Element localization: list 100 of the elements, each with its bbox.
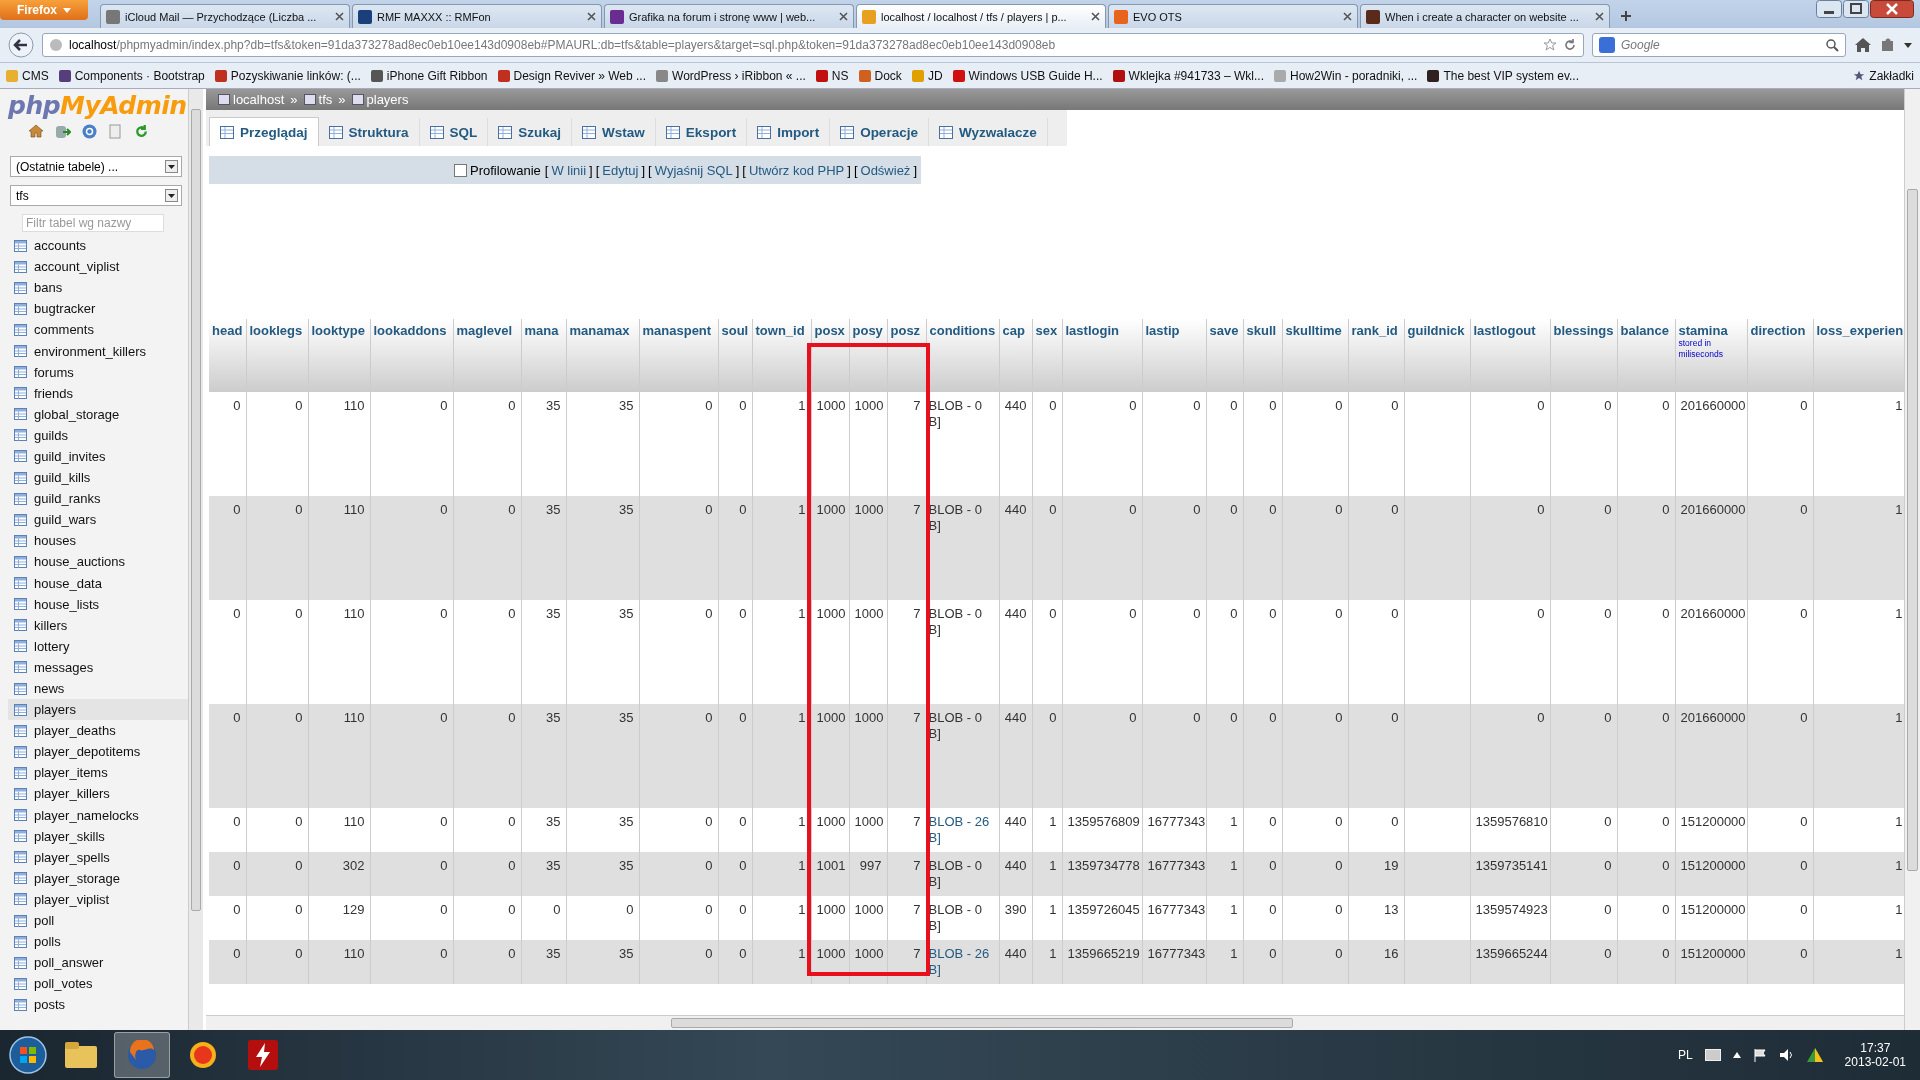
star-icon[interactable] — [1543, 38, 1557, 52]
table-list-item[interactable]: player_namelocks — [8, 804, 188, 826]
table-list-item[interactable]: player_depotitems — [8, 741, 188, 763]
table-row[interactable]: 0 0 129 0 0 0 0 0 0 1 1000 1000 7 BLOB - 0 B] 390 1 1359726045 16777343 1 0 0 13 1359574923 0 0 151200000 0 1 — [209, 896, 1904, 940]
close-icon[interactable] — [335, 12, 344, 21]
search-field[interactable]: Google — [1592, 33, 1846, 57]
table-list-item[interactable]: houses — [8, 530, 188, 552]
table-list-item[interactable]: lottery — [8, 635, 188, 657]
table-list-item[interactable]: accounts — [8, 235, 188, 257]
table-list-item[interactable]: player_viplist — [8, 888, 188, 910]
tab[interactable]: Przeglądaj — [209, 117, 319, 146]
tab[interactable]: Wyzwalacze — [928, 118, 1048, 146]
database-exit-icon[interactable] — [55, 124, 71, 139]
bookmark-link[interactable]: Design Reviver » Web ... — [497, 68, 647, 83]
table-list-item[interactable]: bans — [8, 277, 188, 299]
home-icon[interactable] — [1854, 37, 1872, 53]
reload-icon[interactable] — [1563, 38, 1577, 52]
bookmarks-menu[interactable]: Zakładki — [1853, 68, 1914, 83]
table-row[interactable]: 0 0 110 0 0 35 35 0 0 1 1000 1000 7 BLOB - 0 B] 440 0 0 0 0 0 0 0 0 0 0 201660000 0 1 — [209, 392, 1904, 496]
tab[interactable]: Wstaw — [572, 118, 656, 146]
up-arrow-icon[interactable] — [1732, 1052, 1741, 1058]
table-list-item[interactable]: player_skills — [8, 825, 188, 847]
back-icon[interactable] — [8, 32, 34, 58]
table-list-item[interactable]: player_storage — [8, 867, 188, 889]
column-header-link[interactable]: blessings — [1553, 323, 1614, 338]
column-header-link[interactable]: lastip — [1145, 323, 1180, 338]
table-row[interactable]: 0 0 110 0 0 35 35 0 0 1 1000 1000 7 BLOB - 0 B] 440 0 0 0 0 0 0 0 0 0 0 201660000 0 1 — [209, 496, 1904, 600]
column-header-link[interactable]: lastlogout — [1473, 323, 1536, 338]
search-icon[interactable] — [1826, 38, 1839, 52]
column-header-link[interactable]: skulltime — [1285, 323, 1342, 338]
table-row[interactable]: 0 0 302 0 0 35 35 0 0 1 1001 997 7 BLOB - 0 B] 440 1 1359734778 16777343 1 0 0 19 1359735141 0 0 151200000 0 1 — [209, 852, 1904, 896]
table-list-item[interactable]: global_storage — [8, 403, 188, 425]
speaker-icon[interactable] — [1778, 1048, 1795, 1062]
triangle-icon[interactable] — [1806, 1048, 1823, 1062]
table-list-item[interactable]: bugtracker — [8, 298, 188, 320]
column-header-link[interactable]: manaspent — [642, 323, 712, 338]
recent-tables-select[interactable]: (Ostatnie tabele) ... — [10, 156, 182, 177]
bookmark-link[interactable]: Pozyskiwanie linków: (... — [214, 68, 361, 83]
column-header-link[interactable]: manamax — [569, 323, 630, 338]
breadcrumb-link[interactable]: localhost — [218, 92, 285, 107]
bookmark-link[interactable]: Components · Bootstrap — [58, 68, 205, 83]
column-header-link[interactable]: lastlogin — [1065, 323, 1119, 338]
breadcrumb-link[interactable]: players — [351, 92, 409, 107]
maximize-icon[interactable] — [1843, 0, 1869, 18]
browser-tab[interactable]: Grafika na forum i stronę www | web... — [604, 4, 854, 28]
checkbox[interactable] — [453, 163, 467, 177]
bookmark-link[interactable]: WordPress › iRibbon « ... — [656, 68, 806, 83]
column-header-link[interactable]: posy — [852, 323, 883, 338]
table-row[interactable]: 0 0 110 0 0 35 35 0 0 1 1000 1000 7 BLOB - 26 B] 440 1 1359665219 16777343 1 0 0 16 1359665244 0 0 151200000 0 1 — [209, 940, 1904, 984]
column-header-link[interactable]: sex — [1035, 323, 1058, 338]
column-header-link[interactable]: looktype — [311, 323, 365, 338]
table-list-item[interactable]: polls — [8, 931, 188, 953]
table-list-item[interactable]: posts — [8, 994, 188, 1016]
scrollbar[interactable] — [188, 89, 203, 1030]
bookmark-link[interactable]: Wklejka #941733 – Wkl... — [1112, 68, 1264, 83]
close-icon[interactable] — [1091, 12, 1100, 21]
column-header-link[interactable]: conditions — [929, 323, 996, 338]
table-list-item[interactable]: guilds — [8, 424, 188, 446]
table-list-item[interactable]: guild_wars — [8, 509, 188, 531]
table-list-item[interactable]: account_viplist — [8, 256, 188, 278]
table-list-item[interactable]: player_deaths — [8, 720, 188, 742]
column-header-link[interactable]: loss_experien — [1816, 323, 1904, 338]
table-filter-field[interactable]: Filtr tabel wg nazwy — [22, 214, 164, 232]
column-header-link[interactable]: skull — [1246, 323, 1277, 338]
caret-icon[interactable] — [1904, 42, 1912, 48]
close-icon[interactable] — [587, 12, 596, 21]
query-link[interactable]: Utwórz kod PHP — [748, 162, 845, 178]
column-header-link[interactable]: rank_id — [1351, 323, 1398, 338]
minimize-icon[interactable] — [1816, 0, 1842, 18]
table-row[interactable]: 0 0 110 0 0 35 35 0 0 1 1000 1000 7 BLOB - 26 B] 440 1 1359576809 16777343 1 0 0 0 1359576810 0 0 151200000 0 1 — [209, 808, 1904, 852]
browser-tab[interactable]: EVO OTS — [1108, 4, 1358, 28]
column-header-link[interactable]: save — [1209, 323, 1239, 338]
table-list-item[interactable]: house_data — [8, 572, 188, 594]
clock[interactable]: 17:37 2013-02-01 — [1844, 1041, 1906, 1069]
column-header-link[interactable]: cap — [1002, 323, 1025, 338]
database-select[interactable]: tfs — [10, 185, 182, 206]
table-list-item[interactable]: poll_answer — [8, 952, 188, 974]
query-link[interactable]: Edytuj — [602, 162, 639, 178]
browser-tab[interactable]: RMF MAXXX :: RMFon — [352, 4, 602, 28]
tab[interactable]: Operacje — [830, 118, 929, 146]
column-header-link[interactable]: head — [212, 323, 243, 338]
query-link[interactable]: W linii — [551, 162, 587, 178]
column-header-link[interactable]: looklegs — [249, 323, 303, 338]
start-button[interactable] — [8, 1035, 48, 1075]
table-row[interactable]: 0 0 110 0 0 35 35 0 0 1 1000 1000 7 BLOB - 0 B] 440 0 0 0 0 0 0 0 0 0 0 201660000 0 1 — [209, 600, 1904, 704]
column-header-link[interactable]: guildnick — [1407, 323, 1465, 338]
table-list-item[interactable]: friends — [8, 382, 188, 404]
bookmark-link[interactable]: The best VIP system ev... — [1427, 68, 1579, 83]
close-icon[interactable] — [1870, 0, 1914, 18]
browser-tab[interactable]: iCloud Mail — Przychodzące (Liczba ... — [100, 4, 350, 28]
table-list-item[interactable]: environment_killers — [8, 340, 188, 362]
table-list-item[interactable]: player_items — [8, 762, 188, 784]
table-list-item[interactable]: player_killers — [8, 783, 188, 805]
tab[interactable]: Import — [747, 118, 831, 146]
home-icon[interactable] — [28, 124, 44, 138]
query-link[interactable]: Odśwież — [860, 162, 911, 178]
table-list-item[interactable]: forums — [8, 361, 188, 383]
column-header-link[interactable]: posz — [890, 323, 921, 338]
bookmark-link[interactable]: Windows USB Guide H... — [952, 68, 1103, 83]
bookmark-link[interactable]: How2Win - poradniki, ... — [1274, 68, 1418, 83]
